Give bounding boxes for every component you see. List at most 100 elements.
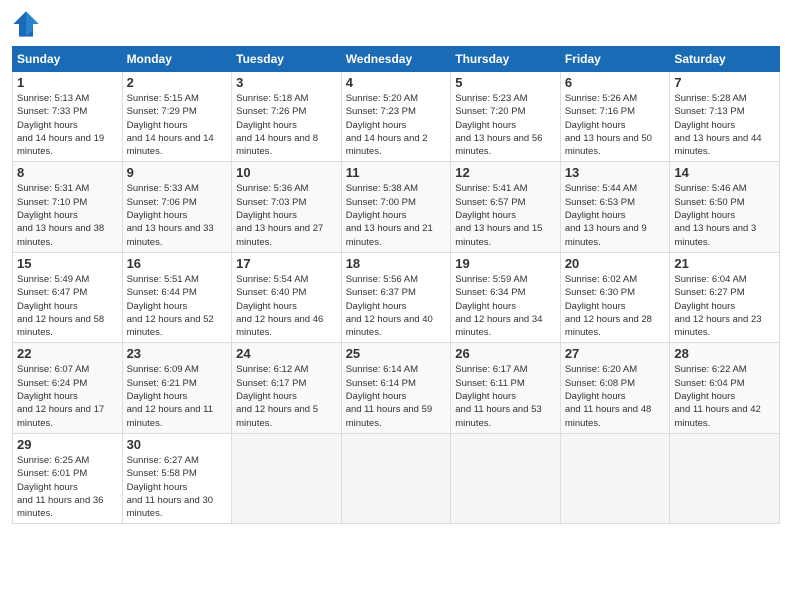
sunrise-label: Sunrise: 6:17 AM — [455, 364, 527, 375]
day-cell-4: 4 Sunrise: 5:20 AM Sunset: 7:23 PM Dayli… — [341, 72, 451, 162]
daylight-label: Daylight hours — [17, 391, 78, 402]
day-cell-8: 8 Sunrise: 5:31 AM Sunset: 7:10 PM Dayli… — [13, 162, 123, 252]
page-container: SundayMondayTuesdayWednesdayThursdayFrid… — [0, 0, 792, 534]
sunrise-label: Sunrise: 6:12 AM — [236, 364, 308, 375]
day-number: 25 — [346, 346, 447, 361]
day-cell-6: 6 Sunrise: 5:26 AM Sunset: 7:16 PM Dayli… — [560, 72, 670, 162]
sunset-label: Sunset: 6:01 PM — [17, 468, 87, 479]
daylight-label: Daylight hours — [565, 120, 626, 131]
day-cell-5: 5 Sunrise: 5:23 AM Sunset: 7:20 PM Dayli… — [451, 72, 561, 162]
day-number: 17 — [236, 256, 337, 271]
sunset-label: Sunset: 6:53 PM — [565, 197, 635, 208]
empty-cell — [670, 433, 780, 523]
daylight-label: Daylight hours — [674, 120, 735, 131]
daylight-value: and 12 hours and 23 minutes. — [674, 314, 761, 338]
daylight-value: and 12 hours and 46 minutes. — [236, 314, 323, 338]
day-info: Sunrise: 5:15 AM Sunset: 7:29 PM Dayligh… — [127, 92, 228, 158]
sunset-label: Sunset: 6:11 PM — [455, 378, 525, 389]
day-cell-15: 15 Sunrise: 5:49 AM Sunset: 6:47 PM Dayl… — [13, 252, 123, 342]
daylight-label: Daylight hours — [565, 391, 626, 402]
day-info: Sunrise: 6:07 AM Sunset: 6:24 PM Dayligh… — [17, 363, 118, 429]
daylight-value: and 11 hours and 59 minutes. — [346, 404, 432, 428]
sunrise-label: Sunrise: 5:26 AM — [565, 93, 637, 104]
sunset-label: Sunset: 5:58 PM — [127, 468, 197, 479]
daylight-value: and 13 hours and 50 minutes. — [565, 133, 652, 157]
day-info: Sunrise: 6:12 AM Sunset: 6:17 PM Dayligh… — [236, 363, 337, 429]
weekday-header-wednesday: Wednesday — [341, 47, 451, 72]
sunset-label: Sunset: 6:47 PM — [17, 287, 87, 298]
day-cell-10: 10 Sunrise: 5:36 AM Sunset: 7:03 PM Dayl… — [232, 162, 342, 252]
day-cell-11: 11 Sunrise: 5:38 AM Sunset: 7:00 PM Dayl… — [341, 162, 451, 252]
sunrise-label: Sunrise: 5:33 AM — [127, 183, 199, 194]
sunset-label: Sunset: 6:24 PM — [17, 378, 87, 389]
daylight-label: Daylight hours — [674, 210, 735, 221]
day-cell-16: 16 Sunrise: 5:51 AM Sunset: 6:44 PM Dayl… — [122, 252, 232, 342]
sunset-label: Sunset: 7:26 PM — [236, 106, 306, 117]
weekday-header-saturday: Saturday — [670, 47, 780, 72]
daylight-value: and 13 hours and 27 minutes. — [236, 223, 323, 247]
sunrise-label: Sunrise: 6:25 AM — [17, 455, 89, 466]
day-cell-30: 30 Sunrise: 6:27 AM Sunset: 5:58 PM Dayl… — [122, 433, 232, 523]
day-info: Sunrise: 6:02 AM Sunset: 6:30 PM Dayligh… — [565, 273, 666, 339]
sunset-label: Sunset: 7:06 PM — [127, 197, 197, 208]
day-info: Sunrise: 5:23 AM Sunset: 7:20 PM Dayligh… — [455, 92, 556, 158]
sunset-label: Sunset: 6:17 PM — [236, 378, 306, 389]
daylight-label: Daylight hours — [346, 301, 407, 312]
daylight-label: Daylight hours — [346, 120, 407, 131]
week-row-1: 1 Sunrise: 5:13 AM Sunset: 7:33 PM Dayli… — [13, 72, 780, 162]
sunset-label: Sunset: 6:27 PM — [674, 287, 744, 298]
sunrise-label: Sunrise: 5:38 AM — [346, 183, 418, 194]
sunrise-label: Sunrise: 5:15 AM — [127, 93, 199, 104]
weekday-header-thursday: Thursday — [451, 47, 561, 72]
daylight-value: and 14 hours and 2 minutes. — [346, 133, 428, 157]
daylight-label: Daylight hours — [455, 391, 516, 402]
sunrise-label: Sunrise: 5:41 AM — [455, 183, 527, 194]
sunrise-label: Sunrise: 5:44 AM — [565, 183, 637, 194]
day-number: 30 — [127, 437, 228, 452]
sunrise-label: Sunrise: 5:56 AM — [346, 274, 418, 285]
daylight-label: Daylight hours — [346, 391, 407, 402]
week-row-3: 15 Sunrise: 5:49 AM Sunset: 6:47 PM Dayl… — [13, 252, 780, 342]
day-number: 14 — [674, 165, 775, 180]
weekday-header-friday: Friday — [560, 47, 670, 72]
calendar-table: SundayMondayTuesdayWednesdayThursdayFrid… — [12, 46, 780, 524]
sunset-label: Sunset: 6:37 PM — [346, 287, 416, 298]
daylight-label: Daylight hours — [127, 482, 188, 493]
day-cell-12: 12 Sunrise: 5:41 AM Sunset: 6:57 PM Dayl… — [451, 162, 561, 252]
day-info: Sunrise: 5:54 AM Sunset: 6:40 PM Dayligh… — [236, 273, 337, 339]
day-info: Sunrise: 5:51 AM Sunset: 6:44 PM Dayligh… — [127, 273, 228, 339]
empty-cell — [232, 433, 342, 523]
day-cell-7: 7 Sunrise: 5:28 AM Sunset: 7:13 PM Dayli… — [670, 72, 780, 162]
sunrise-label: Sunrise: 6:02 AM — [565, 274, 637, 285]
week-row-4: 22 Sunrise: 6:07 AM Sunset: 6:24 PM Dayl… — [13, 343, 780, 433]
day-number: 12 — [455, 165, 556, 180]
sunrise-label: Sunrise: 5:20 AM — [346, 93, 418, 104]
daylight-value: and 11 hours and 48 minutes. — [565, 404, 651, 428]
day-number: 13 — [565, 165, 666, 180]
sunrise-label: Sunrise: 6:09 AM — [127, 364, 199, 375]
day-cell-22: 22 Sunrise: 6:07 AM Sunset: 6:24 PM Dayl… — [13, 343, 123, 433]
day-number: 8 — [17, 165, 118, 180]
sunrise-label: Sunrise: 6:14 AM — [346, 364, 418, 375]
day-cell-17: 17 Sunrise: 5:54 AM Sunset: 6:40 PM Dayl… — [232, 252, 342, 342]
sunset-label: Sunset: 7:29 PM — [127, 106, 197, 117]
daylight-value: and 12 hours and 5 minutes. — [236, 404, 318, 428]
day-cell-18: 18 Sunrise: 5:56 AM Sunset: 6:37 PM Dayl… — [341, 252, 451, 342]
daylight-label: Daylight hours — [455, 301, 516, 312]
sunrise-label: Sunrise: 5:54 AM — [236, 274, 308, 285]
day-number: 21 — [674, 256, 775, 271]
day-cell-13: 13 Sunrise: 5:44 AM Sunset: 6:53 PM Dayl… — [560, 162, 670, 252]
daylight-label: Daylight hours — [674, 391, 735, 402]
day-number: 11 — [346, 165, 447, 180]
day-number: 20 — [565, 256, 666, 271]
day-number: 16 — [127, 256, 228, 271]
sunset-label: Sunset: 6:30 PM — [565, 287, 635, 298]
daylight-value: and 11 hours and 36 minutes. — [17, 495, 103, 519]
daylight-value: and 13 hours and 21 minutes. — [346, 223, 433, 247]
weekday-header-row: SundayMondayTuesdayWednesdayThursdayFrid… — [13, 47, 780, 72]
day-info: Sunrise: 6:20 AM Sunset: 6:08 PM Dayligh… — [565, 363, 666, 429]
sunset-label: Sunset: 6:44 PM — [127, 287, 197, 298]
daylight-label: Daylight hours — [127, 301, 188, 312]
daylight-label: Daylight hours — [674, 301, 735, 312]
daylight-label: Daylight hours — [565, 210, 626, 221]
